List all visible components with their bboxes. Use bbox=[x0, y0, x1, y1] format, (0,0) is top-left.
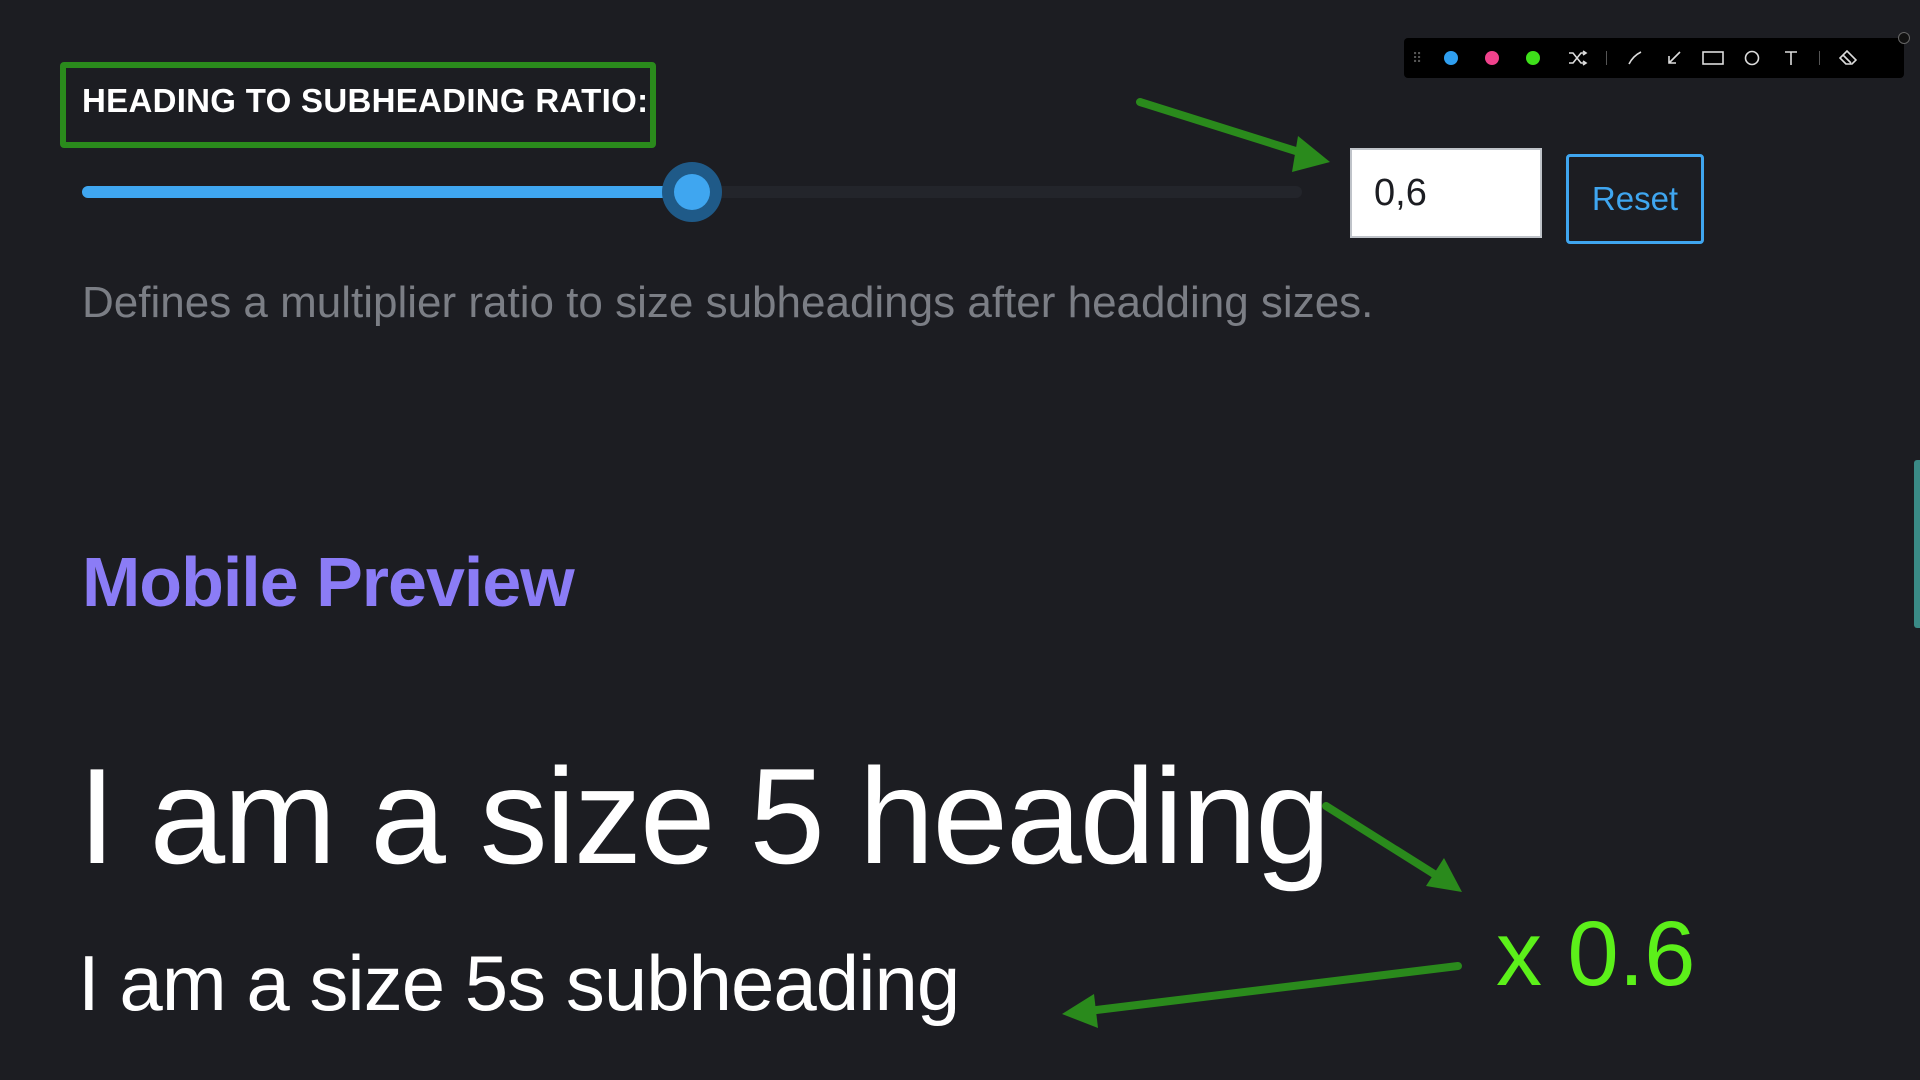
setting-label: HEADING TO SUBHEADING RATIO: bbox=[82, 82, 649, 119]
color-pink-swatch[interactable] bbox=[1485, 51, 1499, 65]
shuffle-icon[interactable] bbox=[1567, 47, 1589, 69]
ratio-value-input[interactable] bbox=[1350, 148, 1542, 238]
arrow-icon[interactable] bbox=[1663, 47, 1685, 69]
line-icon[interactable] bbox=[1624, 47, 1646, 69]
color-green-swatch[interactable] bbox=[1526, 51, 1540, 65]
mobile-preview-title: Mobile Preview bbox=[82, 543, 575, 621]
arrowhead-multiplier bbox=[1426, 858, 1462, 892]
arrowhead-input bbox=[1292, 136, 1330, 172]
arrow-to-input bbox=[1136, 98, 1322, 162]
text-icon[interactable] bbox=[1780, 47, 1802, 69]
toolbar-close-icon[interactable] bbox=[1898, 32, 1910, 44]
annotation-toolbar: ⠿ bbox=[1404, 32, 1910, 78]
arrow-to-multiplier bbox=[1322, 802, 1454, 888]
ratio-slider[interactable] bbox=[82, 162, 1302, 222]
circle-icon[interactable] bbox=[1741, 47, 1763, 69]
arrow-to-subheading bbox=[1076, 962, 1462, 1016]
arrowhead-subheading bbox=[1062, 994, 1098, 1028]
toolbar-divider bbox=[1606, 51, 1607, 65]
multiplier-annotation: x 0.6 bbox=[1496, 903, 1696, 1005]
page: HEADING TO SUBHEADING RATIO: Reset Defin… bbox=[0, 0, 1920, 1080]
rectangle-icon[interactable] bbox=[1702, 47, 1724, 69]
scroll-indicator[interactable] bbox=[1914, 460, 1920, 628]
eraser-icon[interactable] bbox=[1837, 47, 1859, 69]
reset-button[interactable]: Reset bbox=[1566, 154, 1704, 244]
slider-fill bbox=[82, 186, 692, 198]
color-blue-swatch[interactable] bbox=[1444, 51, 1458, 65]
drag-handle-icon[interactable]: ⠿ bbox=[1412, 48, 1426, 68]
setting-description: Defines a multiplier ratio to size subhe… bbox=[82, 278, 1374, 327]
toolbar-divider bbox=[1819, 51, 1820, 65]
slider-thumb[interactable] bbox=[662, 162, 722, 222]
subheading-sample: I am a size 5s subheading bbox=[78, 939, 960, 1027]
heading-sample: I am a size 5 heading bbox=[78, 740, 1331, 892]
